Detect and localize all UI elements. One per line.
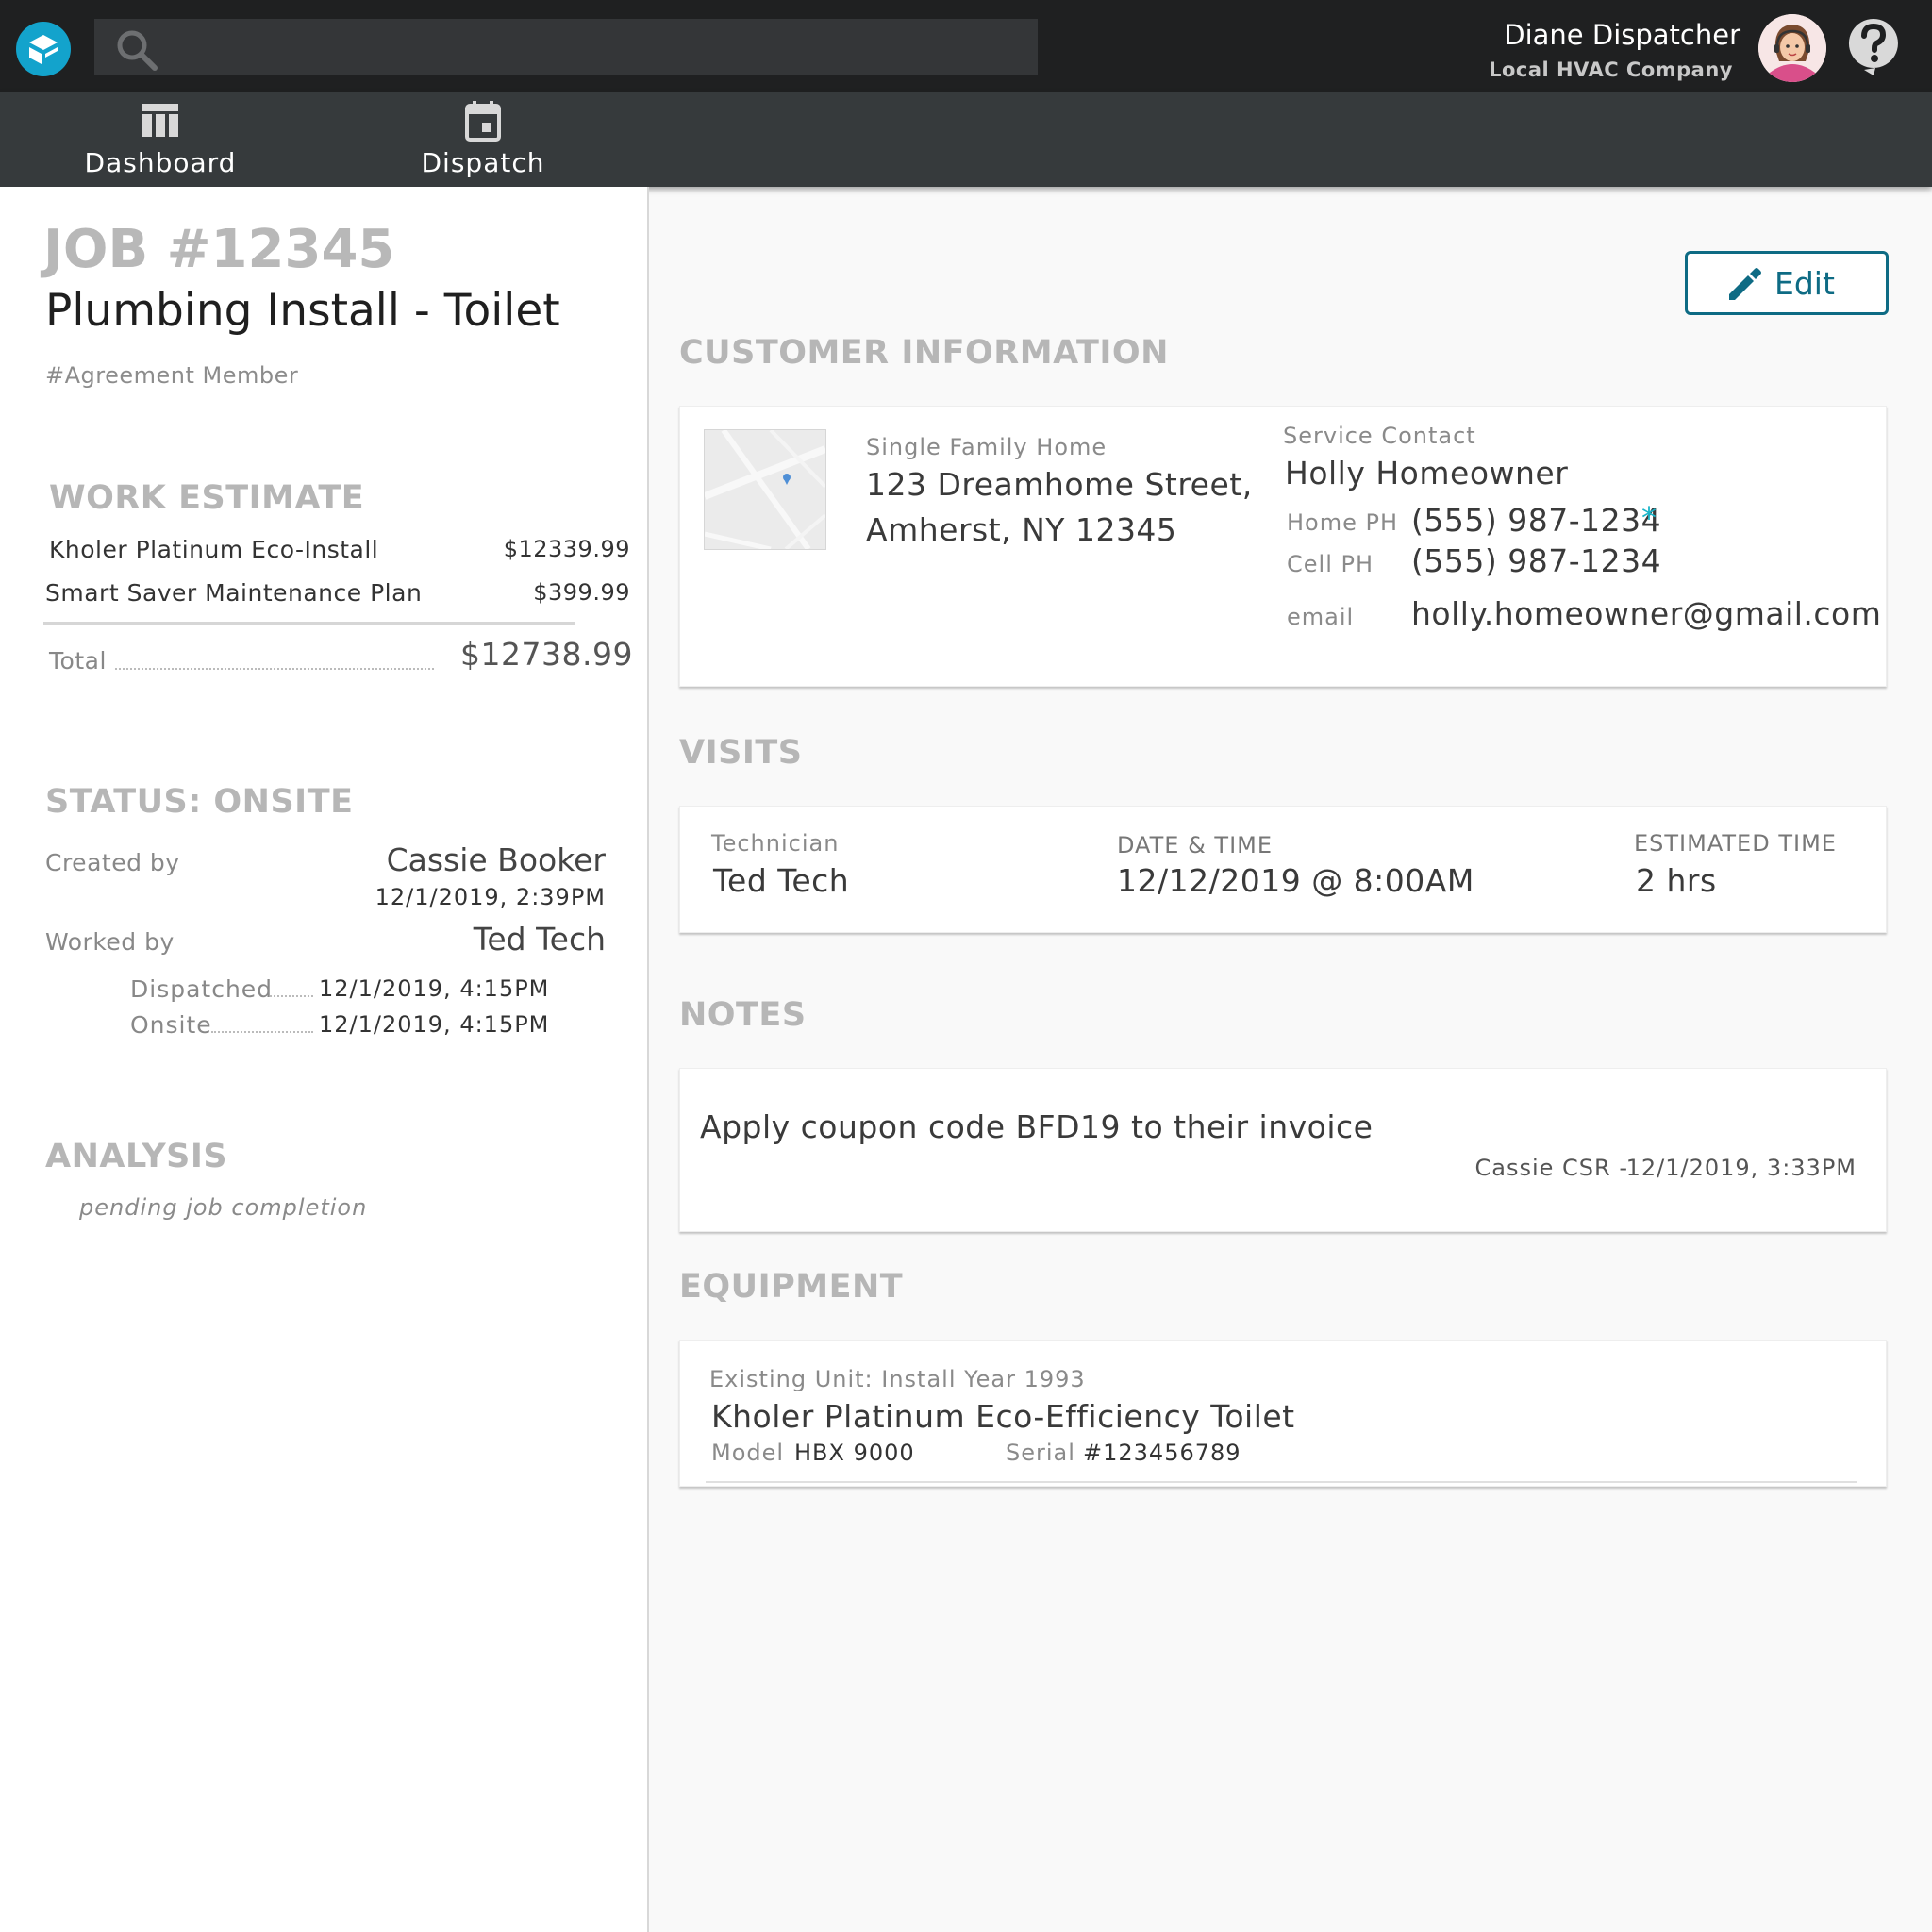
worked-by-label: Worked by — [45, 928, 175, 956]
cell-phone-label: Cell PH — [1287, 551, 1374, 577]
model-value: HBX 9000 — [794, 1440, 915, 1466]
model-label: Model — [711, 1440, 785, 1466]
email-label: email — [1287, 604, 1355, 630]
estimated-time-label: ESTIMATED TIME — [1634, 830, 1837, 857]
nav-label-dashboard: Dashboard — [84, 147, 237, 178]
home-phone[interactable]: (555) 987-1234 — [1411, 502, 1661, 539]
analysis-heading: ANALYSIS — [45, 1138, 228, 1175]
onsite-label: Onsite — [130, 1011, 212, 1039]
serial-value: #123456789 — [1083, 1440, 1241, 1466]
home-type: Single Family Home — [866, 434, 1108, 460]
estimate-item-name: Kholer Platinum Eco-Install — [49, 536, 379, 563]
search-input[interactable] — [94, 19, 1038, 75]
note-date: 12/1/2019, 3:33PM — [1625, 1155, 1857, 1181]
dispatched-leader-dots — [270, 995, 313, 997]
home-phone-label: Home PH — [1287, 509, 1399, 536]
service-contact-name: Holly Homeowner — [1285, 455, 1569, 491]
primary-marker: * — [1641, 500, 1657, 536]
created-by-label: Created by — [45, 849, 180, 876]
analysis-text: pending job completion — [79, 1194, 368, 1221]
equipment-name: Kholer Platinum Eco-Efficiency Toilet — [711, 1398, 1295, 1435]
help-icon[interactable] — [1847, 17, 1900, 79]
cell-phone[interactable]: (555) 987-1234 — [1411, 542, 1661, 579]
nav-label-dispatch: Dispatch — [421, 147, 545, 178]
job-summary-panel — [0, 187, 649, 1932]
edit-button-label: Edit — [1774, 265, 1835, 302]
note-card — [679, 1068, 1887, 1232]
address-line-1: 123 Dreamhome Street, — [866, 466, 1253, 503]
total-value: $12738.99 — [460, 636, 633, 673]
dashboard-icon — [141, 100, 180, 143]
calendar-icon — [463, 100, 503, 145]
visit-datetime: 12/12/2019 @ 8:00AM — [1117, 862, 1474, 899]
address-line-2: Amherst, NY 12345 — [866, 511, 1177, 548]
estimate-divider — [43, 622, 575, 625]
email-address[interactable]: holly.homeowner@gmail.com — [1411, 595, 1881, 632]
status-heading: STATUS: ONSITE — [45, 783, 354, 821]
location-map[interactable] — [703, 428, 827, 552]
estimate-item-price: $12339.99 — [503, 536, 630, 562]
equipment-divider — [706, 1481, 1857, 1483]
nav-bar — [0, 92, 1932, 187]
user-name: Diane Dispatcher — [1504, 19, 1740, 51]
dispatched-time: 12/1/2019, 4:15PM — [319, 975, 550, 1002]
estimate-item-price: $399.99 — [533, 579, 630, 606]
note-text: Apply coupon code BFD19 to their invoice — [700, 1108, 1374, 1145]
technician-name: Ted Tech — [713, 862, 850, 899]
avatar[interactable] — [1758, 14, 1826, 82]
job-number: JOB #12345 — [43, 219, 395, 280]
dispatched-label: Dispatched — [130, 975, 274, 1003]
user-company: Local HVAC Company — [1489, 58, 1733, 81]
search-icon[interactable] — [115, 28, 158, 75]
worked-by-name: Ted Tech — [473, 921, 606, 958]
total-label: Total — [49, 647, 107, 675]
note-author: Cassie CSR - — [1474, 1155, 1628, 1181]
work-estimate-heading: WORK ESTIMATE — [49, 479, 365, 517]
equipment-subtitle: Existing Unit: Install Year 1993 — [709, 1366, 1086, 1392]
pencil-icon — [1725, 266, 1763, 308]
estimated-time: 2 hrs — [1636, 862, 1717, 899]
created-by-name: Cassie Booker — [386, 841, 606, 878]
customer-info-heading: CUSTOMER INFORMATION — [679, 334, 1169, 372]
job-title: Plumbing Install - Toilet — [45, 285, 560, 337]
total-leader-dots — [115, 668, 434, 670]
technician-label: Technician — [711, 830, 840, 857]
created-date: 12/1/2019, 2:39PM — [375, 884, 606, 910]
equipment-heading: EQUIPMENT — [679, 1268, 904, 1306]
service-contact-label: Service Contact — [1283, 423, 1476, 449]
edit-button[interactable]: Edit — [1685, 251, 1889, 315]
visits-heading: VISITS — [679, 734, 803, 772]
notes-heading: NOTES — [679, 996, 807, 1034]
onsite-time: 12/1/2019, 4:15PM — [319, 1011, 550, 1038]
datetime-label: DATE & TIME — [1117, 832, 1274, 858]
nav-item-dispatch[interactable]: Dispatch — [379, 92, 587, 187]
job-tag[interactable]: #Agreement Member — [45, 362, 298, 389]
onsite-leader-dots — [211, 1031, 313, 1033]
estimate-item-name: Smart Saver Maintenance Plan — [45, 579, 423, 607]
nav-item-dashboard[interactable]: Dashboard — [57, 92, 264, 187]
app-logo-icon[interactable] — [16, 22, 71, 76]
serial-label: Serial — [1006, 1440, 1075, 1466]
